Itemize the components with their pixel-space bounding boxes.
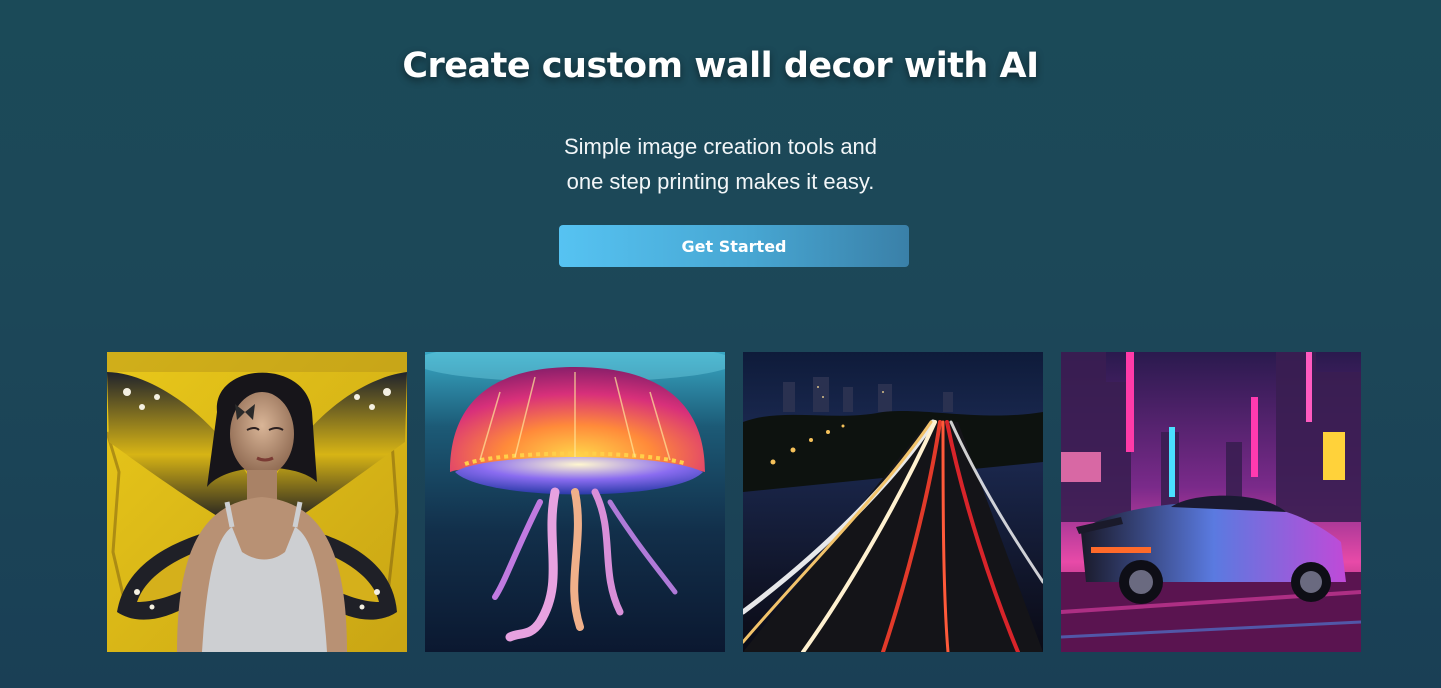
hero-subtitle-line-2: one step printing makes it easy. [566, 169, 875, 194]
image-gallery [107, 352, 1361, 652]
butterfly-woman-image [107, 352, 407, 652]
page-title: Create custom wall decor with AI [402, 46, 1039, 86]
hero-subtitle-line-1: Simple image creation tools and [563, 134, 878, 159]
gallery-tile-neon-car[interactable] [1061, 352, 1361, 652]
highway-light-trails-image [743, 352, 1043, 652]
gallery-tile-butterfly-woman[interactable] [107, 352, 407, 652]
gallery-tile-jellyfish[interactable] [425, 352, 725, 652]
gallery-tile-highway[interactable] [743, 352, 1043, 652]
neon-sports-car-image [1061, 352, 1361, 652]
hero-subtitle: Simple image creation tools and one step… [0, 129, 1441, 199]
jellyfish-image [425, 352, 725, 652]
get-started-button[interactable]: Get Started [559, 225, 909, 267]
